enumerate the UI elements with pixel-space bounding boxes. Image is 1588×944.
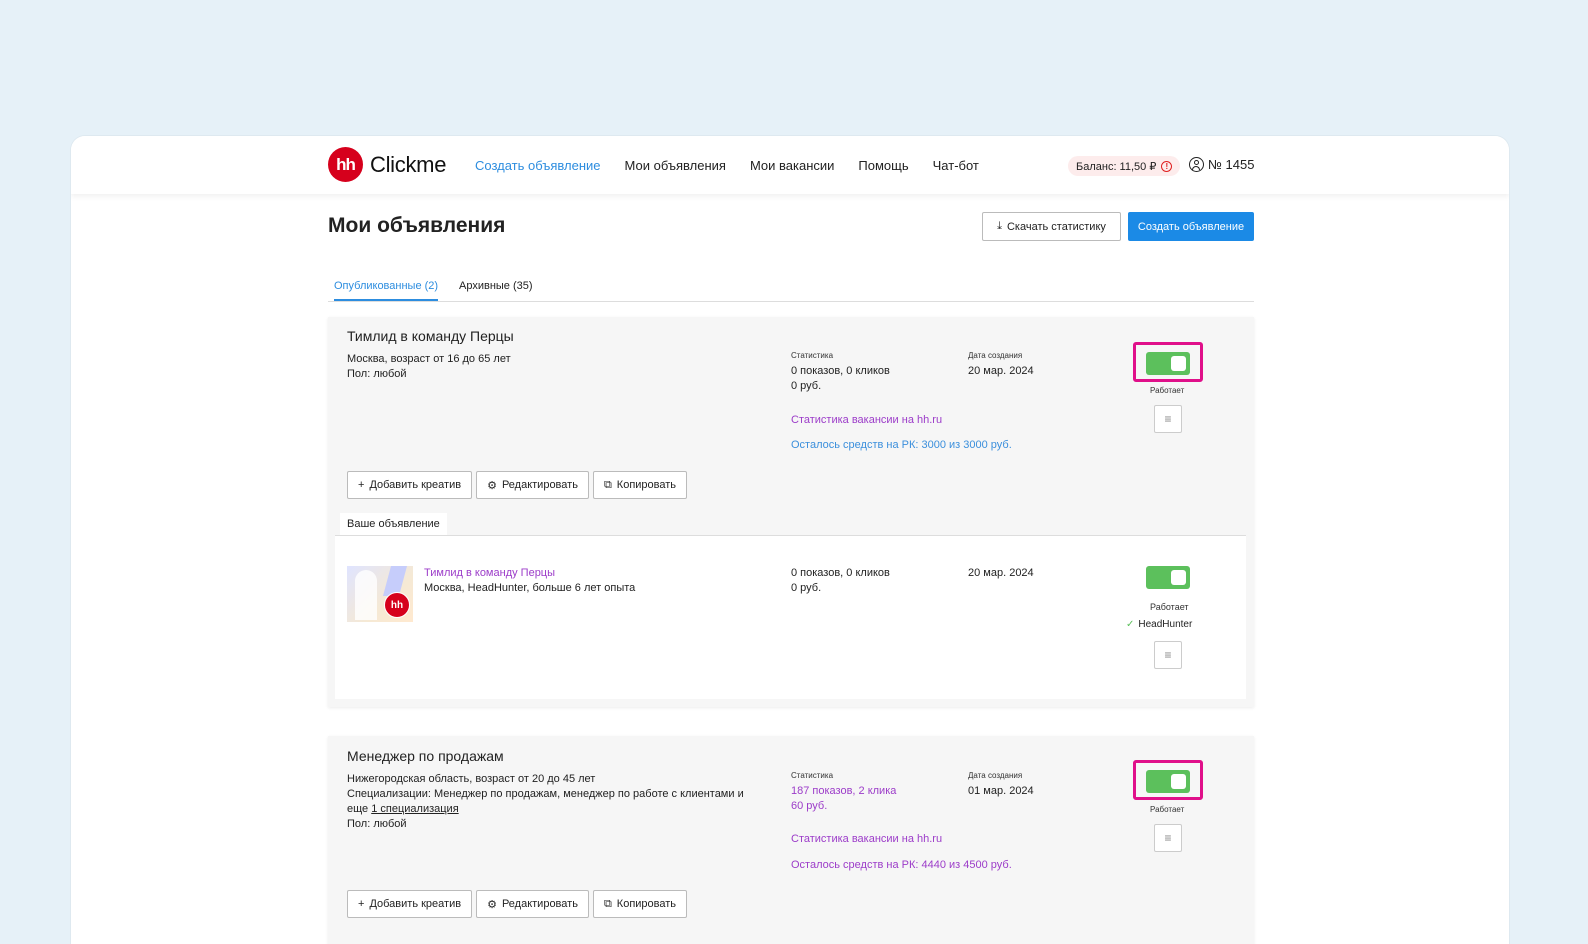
ad-title: Тимлид в команду Перцы [347, 328, 514, 344]
nav-help[interactable]: Помощь [858, 158, 908, 173]
app-window: hh Clickme Создать объявление Мои объявл… [71, 136, 1509, 944]
nav-my-ads[interactable]: Мои объявления [625, 158, 726, 173]
ad-targeting: Москва, возраст от 16 до 65 лет [347, 353, 511, 365]
nav-my-vacancies[interactable]: Мои вакансии [750, 158, 834, 173]
stats-impressions[interactable]: 187 показов, 2 клика [791, 784, 896, 799]
gear-icon: ⚙ [487, 479, 497, 492]
account-menu[interactable]: № 1455 [1189, 157, 1254, 172]
platform-name: HeadHunter [1138, 619, 1193, 630]
more-prefix: еще [347, 803, 372, 815]
ad-targeting: Нижегородская область, возраст от 20 до … [347, 773, 596, 785]
creative-active-toggle[interactable] [1146, 566, 1190, 589]
menu-icon: ≡ [1164, 648, 1172, 662]
ad-menu-button[interactable]: ≡ [1154, 824, 1182, 852]
add-creative-button[interactable]: + Добавить креатив [347, 890, 473, 918]
ad-gender: Пол: любой [347, 368, 407, 380]
balance-badge[interactable]: Баланс: 11,50 ₽ ! [1068, 156, 1181, 176]
ad-actions: + Добавить креатив ⚙ Редактировать ⧉ Коп… [347, 890, 688, 918]
edit-button[interactable]: ⚙ Редактировать [476, 890, 589, 918]
ad-description: Нижегородская область, возраст от 20 до … [347, 772, 747, 832]
add-creative-label: Добавить креатив [369, 479, 462, 491]
user-icon [1189, 157, 1204, 172]
more-specializations-link[interactable]: 1 специализация [371, 803, 458, 815]
stats-label: Статистика [791, 351, 834, 360]
gear-icon: ⚙ [487, 898, 497, 911]
hh-logo-icon: hh [328, 147, 363, 182]
edit-button[interactable]: ⚙ Редактировать [476, 471, 589, 499]
vacancy-stats-link[interactable]: Статистика вакансии на hh.ru [791, 833, 942, 845]
stats-cost[interactable]: 60 руб. [791, 799, 827, 814]
ad-specializations-more: еще 1 специализация [347, 802, 747, 817]
copy-label: Копировать [616, 898, 677, 910]
main-nav: Создать объявление Мои объявления Мои ва… [475, 158, 1003, 173]
ad-active-toggle[interactable] [1146, 352, 1190, 375]
vacancy-stats-link[interactable]: Статистика вакансии на hh.ru [791, 414, 942, 426]
nav-create-ad[interactable]: Создать объявление [475, 158, 601, 173]
ad-active-toggle[interactable] [1146, 770, 1190, 793]
add-creative-button[interactable]: + Добавить креатив [347, 471, 473, 499]
copy-icon: ⧉ [603, 478, 612, 491]
ad-actions: + Добавить креатив ⚙ Редактировать ⧉ Коп… [347, 471, 688, 499]
download-label: Скачать статистику [1006, 220, 1106, 233]
edit-label: Редактировать [501, 479, 578, 491]
download-stats-button[interactable]: ⤓ Скачать статистику [982, 212, 1121, 241]
creative-cost: 0 руб. [791, 582, 822, 594]
check-icon: ✓ [1126, 619, 1135, 630]
create-ad-button[interactable]: Создать объявление [1128, 212, 1254, 241]
creative-menu-button[interactable]: ≡ [1154, 641, 1182, 669]
thumbnail-shape [355, 570, 377, 620]
creative-panel: hh Тимлид в команду Перцы Москва, HeadHu… [335, 535, 1246, 699]
status-label: Работает [1150, 386, 1185, 395]
hh-logo-icon: hh [384, 592, 410, 618]
top-header: hh Clickme Создать объявление Мои объявл… [71, 136, 1509, 194]
ad-description: Москва, возраст от 16 до 65 лет Пол: люб… [347, 352, 747, 382]
ad-title: Менеджер по продажам [347, 748, 504, 764]
tabs: Опубликованные (2) Архивные (35) [328, 274, 1254, 302]
logo[interactable]: hh Clickme [328, 147, 446, 182]
creative-status-label: Работает [1150, 602, 1189, 612]
ad-specializations: Специализации: Менеджер по продажам, мен… [347, 788, 744, 800]
status-label: Работает [1150, 805, 1185, 814]
copy-label: Копировать [616, 479, 677, 491]
page-title: Мои объявления [328, 214, 506, 237]
stats-impressions: 0 показов, 0 кликов [791, 365, 890, 377]
copy-button[interactable]: ⧉ Копировать [592, 471, 688, 499]
created-label: Дата создания [968, 771, 1023, 780]
ad-card: Тимлид в команду Перцы Москва, возраст о… [328, 317, 1254, 707]
ad-gender: Пол: любой [347, 818, 407, 830]
copy-button[interactable]: ⧉ Копировать [592, 890, 688, 918]
plus-icon: + [358, 479, 365, 491]
creative-impressions: 0 показов, 0 кликов [791, 567, 890, 579]
created-date: 01 мар. 2024 [968, 785, 1034, 797]
account-number: № 1455 [1208, 157, 1255, 172]
warning-icon: ! [1161, 160, 1173, 172]
remaining-budget: Осталось средств на РК: 4440 из 4500 руб… [791, 859, 1012, 871]
creative-date: 20 мар. 2024 [968, 567, 1034, 579]
tab-archived[interactable]: Архивные (35) [459, 280, 533, 292]
your-ad-tab[interactable]: Ваше объявление [340, 513, 447, 535]
creative-subtitle: Москва, HeadHunter, больше 6 лет опыта [424, 582, 636, 594]
creative-title-link[interactable]: Тимлид в команду Перцы [424, 567, 555, 579]
edit-label: Редактировать [501, 898, 578, 910]
ad-menu-button[interactable]: ≡ [1154, 405, 1182, 433]
download-icon: ⤓ [997, 220, 1002, 232]
tab-active-indicator [334, 299, 438, 301]
created-date: 20 мар. 2024 [968, 365, 1034, 377]
remaining-budget: Осталось средств на РК: 3000 из 3000 руб… [791, 439, 1012, 451]
copy-icon: ⧉ [603, 897, 612, 910]
tab-published[interactable]: Опубликованные (2) [334, 280, 438, 292]
logo-text: Clickme [370, 151, 447, 177]
ad-card: Менеджер по продажам Нижегородская облас… [328, 736, 1254, 944]
menu-icon: ≡ [1164, 831, 1172, 845]
stats-label: Статистика [791, 771, 834, 780]
menu-icon: ≡ [1164, 412, 1172, 426]
nav-chatbot[interactable]: Чат-бот [933, 158, 979, 173]
plus-icon: + [358, 898, 365, 910]
created-label: Дата создания [968, 351, 1023, 360]
add-creative-label: Добавить креатив [369, 898, 462, 910]
stats-cost: 0 руб. [791, 380, 822, 392]
balance-text: Баланс: 11,50 ₽ [1076, 160, 1157, 173]
platform-status: ✓ HeadHunter [1126, 619, 1192, 630]
